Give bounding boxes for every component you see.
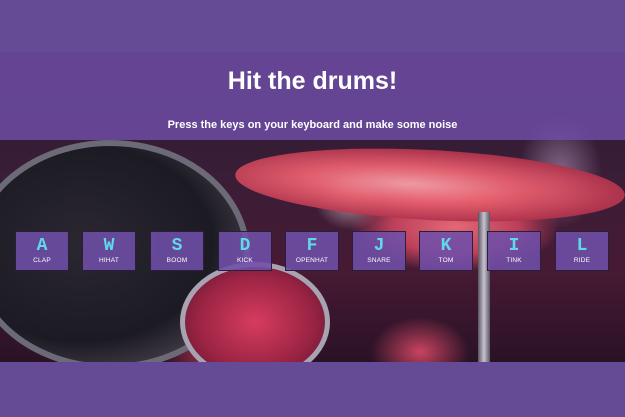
key-tink[interactable]: I TINK: [487, 231, 541, 271]
key-hihat[interactable]: W HIHAT: [82, 231, 136, 271]
key-letter: W: [103, 236, 115, 256]
page-frame: Hit the drums! Press the keys on your ke…: [0, 0, 625, 417]
key-clap[interactable]: A CLAP: [15, 231, 69, 271]
cymbal-shape: [233, 139, 625, 231]
key-letter: K: [440, 236, 452, 256]
key-letter: I: [508, 236, 520, 256]
key-letter: S: [171, 236, 183, 256]
key-sound-label: SNARE: [367, 257, 391, 264]
page-subtitle: Press the keys on your keyboard and make…: [167, 119, 458, 131]
key-tom[interactable]: K TOM: [419, 231, 473, 271]
key-letter: A: [36, 236, 48, 256]
key-sound-label: CLAP: [33, 257, 51, 264]
key-sound-label: OPENHAT: [295, 257, 329, 264]
key-boom[interactable]: S BOOM: [150, 231, 204, 271]
key-letter: D: [239, 236, 251, 256]
key-sound-label: RIDE: [573, 257, 591, 264]
key-sound-label: TOM: [438, 257, 454, 264]
key-sound-label: HIHAT: [98, 257, 120, 264]
key-sound-label: KICK: [237, 257, 253, 264]
key-letter: L: [576, 236, 588, 256]
page-title: Hit the drums!: [227, 67, 398, 95]
key-letter: F: [306, 236, 318, 256]
key-sound-label: TINK: [506, 257, 522, 264]
drum-keys: A CLAP W HIHAT S BOOM D KICK F OPENHAT J…: [15, 231, 615, 273]
key-sound-label: BOOM: [166, 257, 188, 264]
key-kick[interactable]: D KICK: [218, 231, 272, 271]
key-letter: J: [373, 236, 385, 256]
key-ride[interactable]: L RIDE: [555, 231, 609, 271]
key-snare[interactable]: J SNARE: [352, 231, 406, 271]
key-openhat[interactable]: F OPENHAT: [285, 231, 339, 271]
